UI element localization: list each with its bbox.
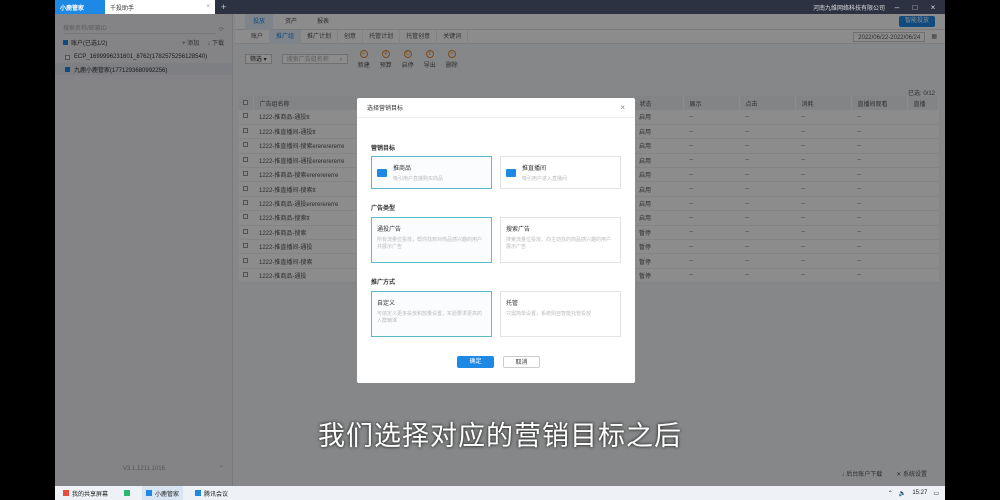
clock[interactable]: 15:27 bbox=[912, 490, 927, 496]
close-icon[interactable]: × bbox=[620, 103, 625, 112]
app-tab[interactable]: 小鹿管家 bbox=[55, 0, 105, 14]
user-name[interactable]: 河南九维网络科技有限公司 bbox=[813, 3, 885, 12]
goal-card-title: 推直播间 bbox=[522, 166, 547, 172]
method-card-managed[interactable]: 托管 只需简单设置，系统则自智能托管投放 bbox=[500, 291, 621, 337]
goal-card-title: 推商品 bbox=[393, 166, 412, 172]
doc-tab[interactable]: 千投助手 × bbox=[105, 0, 215, 14]
confirm-button[interactable]: 确定 bbox=[457, 356, 494, 368]
method-card-desc: 可依定义更多投放和放量设置，实验要求更高的人群精准 bbox=[377, 311, 483, 324]
goal-card-desc: 吸引用户直接购买商品 bbox=[393, 176, 444, 182]
notification-icon[interactable]: ▭ bbox=[933, 490, 939, 497]
product-icon bbox=[377, 169, 387, 177]
browser-icon bbox=[124, 490, 131, 496]
type-card-general[interactable]: 通投广告 所有流量位投放，帮你找到对商品感兴趣的用户并展示广告 bbox=[371, 217, 492, 263]
marketing-goal-dialog: 选择营销目标 × 营销目标 推商品 吸引用户直接购买商品 推直播间 吸引用户进入… bbox=[357, 98, 635, 383]
app-tab-label: 小鹿管家 bbox=[60, 5, 85, 12]
type-card-search[interactable]: 搜索广告 搜索流量位投放，向主动找的商品感兴趣的用户展示广告 bbox=[500, 217, 621, 263]
app-icon bbox=[146, 490, 153, 496]
taskbar-share[interactable]: 我的共享屏幕 bbox=[59, 489, 112, 498]
section-method-label: 推广方式 bbox=[371, 280, 396, 286]
type-card-desc: 所有流量位投放，帮你找到对商品感兴趣的用户并展示广告 bbox=[377, 237, 483, 250]
dialog-title: 选择营销目标 bbox=[367, 106, 404, 112]
type-card-title: 通投广告 bbox=[377, 227, 402, 233]
live-video-icon bbox=[506, 169, 516, 177]
goal-card-product[interactable]: 推商品 吸引用户直接购买商品 bbox=[371, 156, 492, 189]
close-window-icon[interactable]: × bbox=[927, 3, 939, 12]
doc-tab-label: 千投助手 bbox=[110, 5, 135, 12]
method-card-title: 托管 bbox=[506, 301, 519, 307]
type-card-title: 搜索广告 bbox=[506, 227, 531, 233]
close-tab-icon[interactable]: × bbox=[206, 4, 210, 10]
new-tab-icon[interactable]: + bbox=[215, 2, 232, 12]
goal-card-desc: 吸引用户进入直播间 bbox=[522, 176, 568, 182]
taskbar-chrome[interactable] bbox=[120, 490, 134, 496]
section-goal-label: 营销目标 bbox=[371, 146, 396, 152]
type-card-desc: 搜索流量位投放，向主动找的商品感兴趣的用户展示广告 bbox=[506, 237, 612, 250]
volume-icon[interactable]: 🔈 bbox=[899, 490, 906, 497]
meeting-icon bbox=[195, 490, 202, 496]
goal-card-live[interactable]: 推直播间 吸引用户进入直播间 bbox=[500, 156, 621, 189]
taskbar-app[interactable]: 小鹿管家 bbox=[142, 486, 184, 500]
taskbar-meeting[interactable]: 腾讯会议 bbox=[191, 489, 232, 498]
taskbar: 我的共享屏幕 小鹿管家 腾讯会议 ⌃ 🔈 15:27 ▭ bbox=[55, 486, 945, 500]
method-card-custom[interactable]: 自定义 可依定义更多投放和放量设置，实验要求更高的人群精准 bbox=[371, 291, 492, 337]
title-bar: 小鹿管家 千投助手 × + 河南九维网络科技有限公司 – □ × bbox=[55, 0, 945, 14]
video-subtitle: 我们选择对应的营销目标之后 bbox=[318, 421, 682, 451]
share-icon bbox=[63, 490, 69, 496]
method-card-title: 自定义 bbox=[377, 301, 396, 307]
minimize-icon[interactable]: – bbox=[891, 3, 903, 12]
cancel-button[interactable]: 取消 bbox=[503, 356, 540, 368]
section-type-label: 广告类型 bbox=[371, 206, 396, 212]
method-card-desc: 只需简单设置，系统则自智能托管投放 bbox=[506, 311, 592, 317]
tray-expand-icon[interactable]: ⌃ bbox=[888, 490, 893, 497]
maximize-icon[interactable]: □ bbox=[909, 3, 921, 12]
